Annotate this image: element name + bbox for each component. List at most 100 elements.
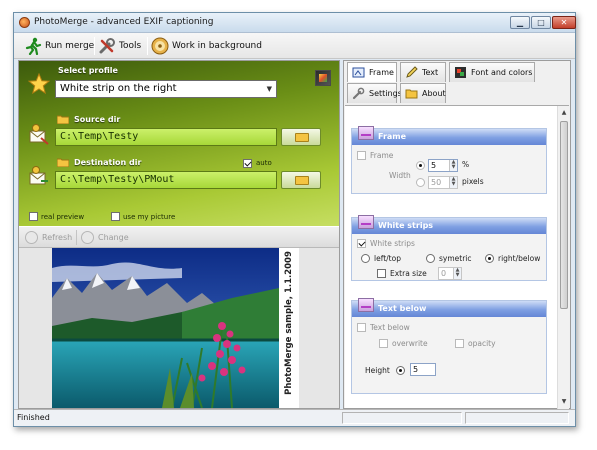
browse-destination-button[interactable] xyxy=(281,171,321,189)
refresh-label: Refresh xyxy=(42,233,73,242)
source-dir-label: Source dir xyxy=(74,115,121,124)
width-percent-input[interactable]: 5 ▲ ▼ xyxy=(428,159,458,172)
tools-button[interactable]: Tools xyxy=(98,36,144,56)
opacity-checkbox[interactable] xyxy=(455,339,464,348)
spin-arrows-icon[interactable]: ▲ ▼ xyxy=(453,268,461,279)
minimize-button[interactable]: ▁ xyxy=(510,16,530,29)
refresh-icon xyxy=(25,231,38,244)
height-input[interactable]: 5 xyxy=(410,363,436,376)
percent-label: % xyxy=(462,160,470,169)
right-below-radio[interactable] xyxy=(485,254,494,263)
auto-checkbox[interactable] xyxy=(243,159,252,168)
toolbar-separator xyxy=(94,37,95,55)
height-label: Height xyxy=(365,366,390,375)
width-label: Width xyxy=(389,171,411,180)
extra-size-input[interactable]: 0 ▲ ▼ xyxy=(438,267,462,280)
spin-arrows-icon[interactable]: ▲ ▼ xyxy=(449,160,457,171)
maximize-button[interactable]: □ xyxy=(531,16,551,29)
palette-icon xyxy=(319,74,327,82)
scroll-down-icon[interactable]: ▼ xyxy=(560,397,568,406)
work-in-background-button[interactable]: Work in background xyxy=(151,36,262,56)
profile-select[interactable]: White strip on the right ▼ xyxy=(55,80,277,98)
spin-arrows-icon[interactable]: ▲ ▼ xyxy=(449,177,457,188)
opacity-label: opacity xyxy=(468,339,496,348)
browse-source-button[interactable] xyxy=(281,128,321,146)
text-below-group-title: Text below xyxy=(378,304,427,313)
overwrite-checkbox[interactable] xyxy=(379,339,388,348)
text-below-checkbox[interactable] xyxy=(357,323,366,332)
extra-size-value: 0 xyxy=(441,269,447,278)
toolbar-separator xyxy=(76,230,77,245)
tab-font-and-colors-label: Font and colors xyxy=(471,68,533,77)
status-pane xyxy=(465,412,569,424)
tab-font-and-colors[interactable]: Font and colors xyxy=(449,62,535,82)
tab-about-label: About xyxy=(422,89,446,98)
caption-text: PhotoMerge sample, 1.1.2009 xyxy=(284,251,294,395)
use-my-picture-checkbox[interactable] xyxy=(111,212,120,221)
text-below-checkbox-label: Text below xyxy=(370,323,410,332)
star-icon xyxy=(28,73,50,95)
run-merge-button[interactable]: Run merge xyxy=(24,36,95,56)
preview-area: PhotoMerge sample, 1.1.2009 xyxy=(19,248,339,408)
pixels-label: pixels xyxy=(462,177,484,186)
width-percent-radio[interactable] xyxy=(416,161,425,170)
white-strips-checkbox[interactable] xyxy=(357,239,366,248)
scroll-up-icon[interactable]: ▲ xyxy=(560,108,568,117)
tab-text[interactable]: Text xyxy=(400,62,446,82)
real-preview-checkbox[interactable] xyxy=(29,212,38,221)
tab-frame-label: Frame xyxy=(369,68,394,77)
width-pixels-radio[interactable] xyxy=(416,178,425,187)
overwrite-label: overwrite xyxy=(392,339,428,348)
app-window: PhotoMerge - advanced EXIF captioning ▁ … xyxy=(13,12,576,427)
white-strips-group-title: White strips xyxy=(378,221,434,230)
caption-strip: PhotoMerge sample, 1.1.2009 xyxy=(279,248,299,408)
white-strips-checkbox-label: White strips xyxy=(370,239,415,248)
use-my-picture-label: use my picture xyxy=(123,213,176,221)
white-strips-group-icon xyxy=(358,215,374,229)
text-below-group: Text below Text below overwrite opacity … xyxy=(351,298,547,394)
tab-about[interactable]: About xyxy=(400,83,446,103)
envelope-key-icon xyxy=(29,124,49,145)
extra-size-checkbox[interactable] xyxy=(377,269,386,278)
tab-settings[interactable]: Settings xyxy=(347,83,402,103)
main-toolbar: Run merge Tools Work in background xyxy=(14,33,575,59)
source-dir-field[interactable]: C:\Temp\Testy xyxy=(55,128,277,146)
frame-checkbox-label: Frame xyxy=(370,151,394,160)
destination-dir-label: Destination dir xyxy=(74,158,142,167)
destination-dir-field[interactable]: C:\Temp\Testy\PMout xyxy=(55,171,277,189)
real-preview-label: real preview xyxy=(41,213,85,221)
close-button[interactable]: ✕ xyxy=(552,16,576,29)
run-merge-label: Run merge xyxy=(45,41,95,51)
running-man-icon xyxy=(25,37,42,55)
extra-size-label: Extra size xyxy=(390,269,427,278)
settings-panel: Select profile White strip on the right … xyxy=(19,61,339,226)
tab-frame[interactable]: Frame xyxy=(347,62,397,82)
frame-checkbox[interactable] xyxy=(357,151,366,160)
frame-tab-content: Frame Frame Width 5 ▲▼ % 50 ▲▼ pixels xyxy=(345,105,569,409)
folder-open-icon xyxy=(295,133,309,142)
envelope-key-icon xyxy=(29,166,48,185)
color-picker-button[interactable] xyxy=(315,70,331,86)
white-strips-group: White strips White strips left/top symet… xyxy=(351,215,547,281)
pencil-icon xyxy=(406,66,418,78)
text-below-group-header: Text below xyxy=(352,298,546,317)
left-top-radio[interactable] xyxy=(361,254,370,263)
tools-label: Tools xyxy=(119,41,142,51)
scrollbar-thumb[interactable] xyxy=(560,121,568,309)
tab-text-label: Text xyxy=(422,68,439,77)
app-icon xyxy=(19,17,30,28)
height-radio[interactable] xyxy=(396,366,405,375)
folder-icon xyxy=(405,89,418,99)
auto-label: auto xyxy=(256,159,272,167)
width-percent-value: 5 xyxy=(431,161,437,170)
frame-group-title: Frame xyxy=(378,132,407,141)
profile-label: Select profile xyxy=(58,66,118,75)
change-label: Change xyxy=(98,233,129,242)
disc-icon xyxy=(151,37,169,55)
width-pixels-input[interactable]: 50 ▲ ▼ xyxy=(428,176,458,189)
symetric-radio[interactable] xyxy=(426,254,435,263)
vertical-scrollbar[interactable]: ▲ ▼ xyxy=(557,106,569,409)
folder-open-icon xyxy=(295,176,309,185)
white-strips-group-header: White strips xyxy=(352,215,546,234)
left-top-label: left/top xyxy=(374,254,401,263)
